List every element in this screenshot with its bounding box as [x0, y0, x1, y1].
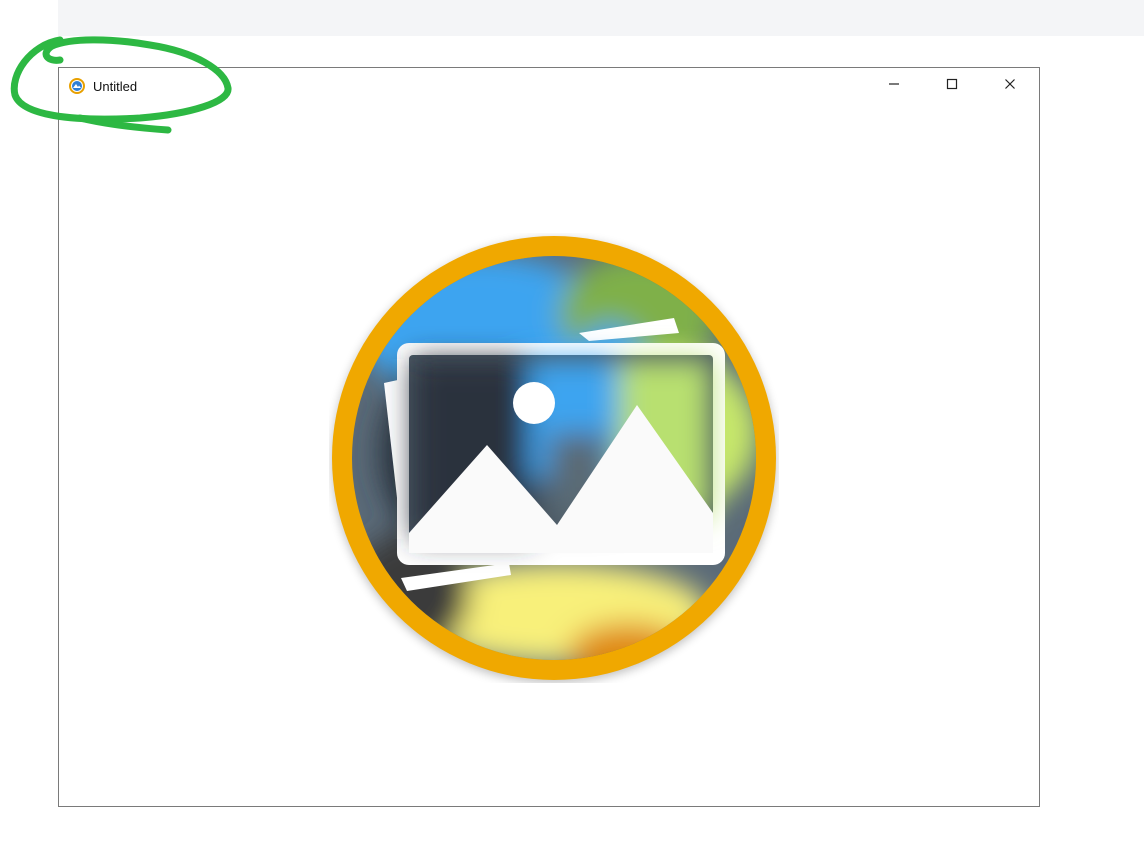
background-strip [58, 0, 1144, 36]
app-logo-icon [69, 78, 85, 94]
maximize-icon [946, 77, 958, 95]
minimize-button[interactable] [865, 68, 923, 104]
maximize-button[interactable] [923, 68, 981, 104]
minimize-icon [888, 77, 900, 95]
image-placeholder-icon [329, 233, 779, 683]
window-content [59, 104, 1039, 806]
window-titlebar[interactable]: Untitled [59, 68, 1039, 104]
screenshot-stage: Untitled [0, 0, 1144, 856]
app-window: Untitled [58, 67, 1040, 807]
close-button[interactable] [981, 68, 1039, 104]
close-icon [1004, 77, 1016, 95]
window-title: Untitled [93, 79, 138, 94]
